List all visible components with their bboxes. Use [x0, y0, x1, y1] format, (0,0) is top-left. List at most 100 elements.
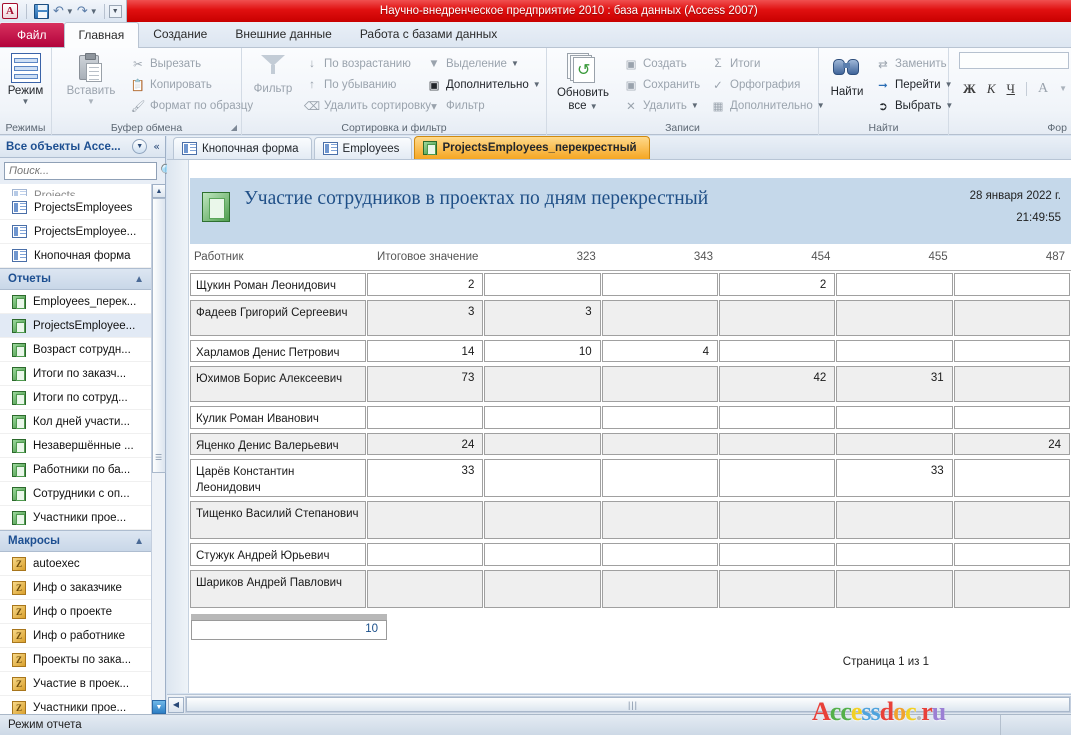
sidebar-item-projectsemployees[interactable]: ProjectsEmployees	[0, 196, 152, 220]
sidebar-item-autoexec[interactable]: Z autoexec	[0, 552, 152, 576]
chevron-up-icon[interactable]: ▲	[134, 274, 144, 285]
delete-caret-icon[interactable]: ▼	[691, 102, 699, 110]
list-item-label: Инф о заказчике	[33, 581, 122, 594]
font-name-input[interactable]	[959, 52, 1069, 69]
navigation-object-list[interactable]: Projects ProjectsEmployees ProjectsEmplo…	[0, 184, 152, 714]
table-row[interactable]: Харламов Денис Петрович 14 10 4	[190, 338, 1071, 365]
table-row[interactable]: Тищенко Василий Степанович	[190, 499, 1071, 541]
filter-button[interactable]: Фильтр	[246, 53, 300, 96]
sidebar-item-employees-perek[interactable]: Employees_перек...	[0, 290, 152, 314]
sidebar-item-projectsemployee-report[interactable]: ProjectsEmployee...	[0, 314, 152, 338]
scroll-down-button[interactable]: ▼	[152, 700, 166, 714]
clear-sort-button[interactable]: ⌫ Удалить сортировку	[304, 98, 431, 114]
paste-button[interactable]: Вставить ▼	[60, 53, 122, 106]
toggle-filter-button[interactable]: ▾ Фильтр	[426, 98, 485, 114]
sidebar-item-sotrudniki-s-op[interactable]: Сотрудники с оп...	[0, 482, 152, 506]
sidebar-item-kol-dney-uchasti[interactable]: Кол дней участи...	[0, 410, 152, 434]
nav-group-macros[interactable]: Макросы ▲	[0, 530, 152, 552]
find-button[interactable]: Найти	[822, 53, 872, 99]
list-item-partial[interactable]: Projects	[0, 184, 152, 196]
sidebar-item-inf-o-proekte[interactable]: Z Инф о проекте	[0, 600, 152, 624]
redo-dropdown-icon[interactable]: ▼	[90, 7, 98, 16]
sidebar-item-itogi-po-sotrud[interactable]: Итоги по сотруд...	[0, 386, 152, 410]
copy-button[interactable]: 📋 Копировать	[130, 77, 212, 93]
chevron-up-icon[interactable]: ▲	[134, 536, 144, 547]
selection-caret-icon[interactable]: ▼	[511, 60, 519, 68]
sidebar-item-knopochnaya-forma[interactable]: Кнопочная форма	[0, 244, 152, 268]
tab-file[interactable]: Файл	[0, 23, 64, 47]
advanced-filter-button[interactable]: ▣ Дополнительно ▼	[426, 77, 541, 93]
tab-home[interactable]: Главная	[63, 22, 140, 48]
chevron-down-icon[interactable]: ▼	[132, 139, 148, 154]
sidebar-item-projectsemployee-2[interactable]: ProjectsEmployee...	[0, 220, 152, 244]
access-window: A ↶ ▼ ↷ ▼ ▼ Научно-внедренческое предпри…	[0, 0, 1071, 735]
access-logo-icon[interactable]: A	[2, 3, 18, 19]
search-input[interactable]	[4, 162, 157, 180]
table-row[interactable]: Кулик Роман Иванович	[190, 404, 1071, 431]
table-row[interactable]: Фадеев Григорий Сергеевич 3 3	[190, 298, 1071, 338]
sidebar-item-uchastniki-proe-macro[interactable]: Z Участники прое...	[0, 696, 152, 714]
goto-button[interactable]: ➞ Перейти ▼	[875, 77, 952, 93]
sidebar-item-proekty-po-zaka[interactable]: Z Проекты по зака...	[0, 648, 152, 672]
undo-icon[interactable]: ↶	[53, 5, 64, 18]
scroll-up-button[interactable]: ▲	[152, 184, 166, 198]
undo-dropdown-icon[interactable]: ▼	[66, 7, 74, 16]
views-button[interactable]: Режим ▼	[0, 53, 51, 106]
delete-record-button[interactable]: ✕ Удалить ▼	[623, 98, 699, 114]
bold-button[interactable]: Ж	[963, 81, 976, 97]
underline-button[interactable]: Ч	[1007, 81, 1015, 97]
table-row[interactable]: Шариков Андрей Павлович	[190, 568, 1071, 610]
sidebar-item-inf-o-zakazchike[interactable]: Z Инф о заказчике	[0, 576, 152, 600]
sort-ascending-button[interactable]: ↓ По возрастанию	[304, 56, 411, 72]
italic-button[interactable]: К	[987, 81, 996, 97]
sidebar-item-nezavershennye[interactable]: Незавершённые ...	[0, 434, 152, 458]
navigation-scrollbar[interactable]: ▲ ☰ ▼	[151, 184, 166, 714]
tab-projectsemployees-perekrestnyy[interactable]: ProjectsEmployees_перекрестный	[414, 136, 650, 159]
new-record-button[interactable]: ▣ Создать	[623, 56, 687, 72]
scroll-thumb[interactable]	[152, 198, 166, 473]
table-row[interactable]: Стужук Андрей Юрьевич	[190, 541, 1071, 568]
format-painter-button[interactable]: 🖌 Формат по образцу	[130, 98, 253, 114]
refresh-caret-icon[interactable]: ▼	[590, 102, 598, 111]
save-icon[interactable]	[34, 3, 49, 19]
table-row[interactable]: Яценко Денис Валерьевич 24 24	[190, 431, 1071, 458]
more-records-button[interactable]: ▦ Дополнительно ▼	[710, 98, 825, 114]
paste-caret-icon[interactable]: ▼	[87, 97, 95, 106]
customize-qat-icon[interactable]: ▼	[108, 4, 122, 18]
table-row[interactable]: Щукин Роман Леонидович 2 2	[190, 271, 1071, 298]
spelling-button[interactable]: ✓ Орфография	[710, 77, 800, 93]
table-row[interactable]: Юхимов Борис Алексеевич 73 42 31	[190, 364, 1071, 404]
sort-descending-button[interactable]: ↑ По убыванию	[304, 77, 396, 93]
views-caret-icon[interactable]: ▼	[22, 97, 30, 106]
collapse-pane-icon[interactable]: «	[151, 140, 162, 153]
tab-create[interactable]: Создание	[139, 22, 221, 47]
tab-external-data[interactable]: Внешние данные	[221, 22, 346, 47]
cut-button[interactable]: ✂ Вырезать	[130, 56, 201, 72]
replace-button[interactable]: ⇄ Заменить	[875, 56, 947, 72]
save-record-button[interactable]: ▣ Сохранить	[623, 77, 701, 93]
table-row[interactable]: Царёв Константин Леонидович 33 33	[190, 457, 1071, 499]
sidebar-item-inf-o-rabotnike[interactable]: Z Инф о работнике	[0, 624, 152, 648]
advanced-caret-icon[interactable]: ▼	[533, 81, 541, 89]
select-button[interactable]: ➲ Выбрать ▼	[875, 98, 953, 114]
tab-database-tools[interactable]: Работа с базами данных	[346, 22, 511, 47]
selection-button[interactable]: ▼ Выделение ▼	[426, 56, 519, 72]
nav-group-reports[interactable]: Отчеты ▲	[0, 268, 152, 290]
sidebar-item-uchastniki-proe-report[interactable]: Участники прое...	[0, 506, 152, 530]
navigation-pane-header[interactable]: Все объекты Acce... ▼ «	[0, 136, 165, 158]
scroll-left-button[interactable]: ◀	[168, 696, 184, 713]
totals-button[interactable]: Σ Итоги	[710, 56, 760, 72]
font-color-button[interactable]: A	[1038, 81, 1048, 97]
sidebar-item-rabotniki-po-ba[interactable]: Работники по ба...	[0, 458, 152, 482]
refresh-all-button[interactable]: ↺ Обновить все ▼	[551, 53, 615, 113]
sidebar-item-vozrast-sotrudn[interactable]: Возраст сотрудн...	[0, 338, 152, 362]
quick-access-toolbar[interactable]: A ↶ ▼ ↷ ▼ ▼	[0, 0, 127, 22]
tab-knopochnaya-forma[interactable]: Кнопочная форма	[173, 137, 312, 159]
tab-employees[interactable]: Employees	[313, 137, 413, 159]
nav-item-cut-off[interactable]: Projects	[0, 184, 152, 196]
clipboard-dialog-launcher-icon[interactable]: ◢	[231, 123, 237, 132]
redo-icon[interactable]: ↷	[77, 5, 88, 18]
font-color-caret-icon[interactable]: ▼	[1059, 85, 1067, 93]
sidebar-item-uchastie-v-proek[interactable]: Z Участие в проек...	[0, 672, 152, 696]
sidebar-item-itogi-po-zakazch[interactable]: Итоги по заказч...	[0, 362, 152, 386]
